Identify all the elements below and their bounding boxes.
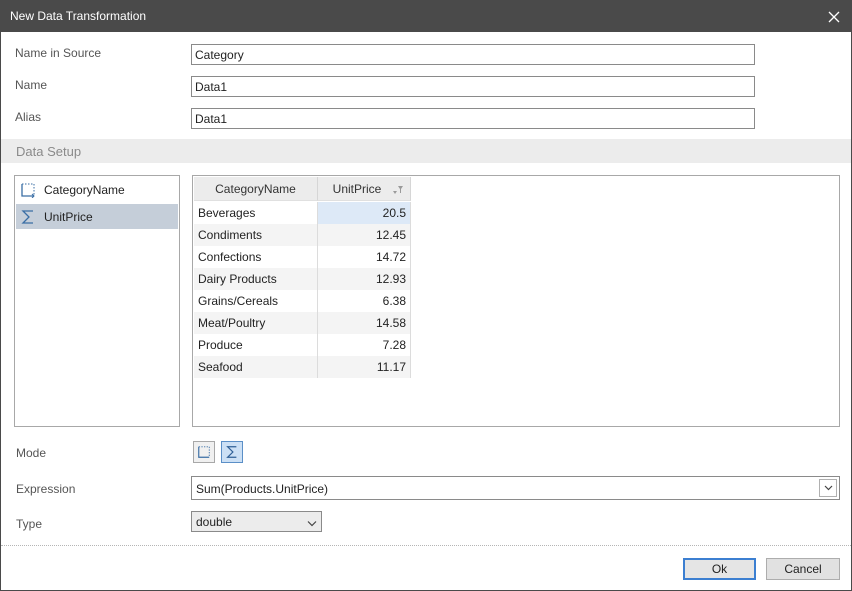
name-input[interactable]: Data1 xyxy=(191,76,755,97)
cell-unitprice: 20.5 xyxy=(318,202,411,224)
cell-unitprice: 11.17 xyxy=(318,356,411,378)
name-in-source-label: Name in Source xyxy=(15,46,102,60)
sum-icon xyxy=(226,446,237,458)
header-label: UnitPrice xyxy=(332,181,382,196)
list-item-label: UnitPrice xyxy=(44,209,93,224)
data-setup-section: Data Setup xyxy=(1,139,851,163)
cell-unitprice: 12.45 xyxy=(318,224,411,246)
type-label: Type xyxy=(16,517,43,531)
type-value: double xyxy=(196,515,233,529)
close-button[interactable] xyxy=(817,1,851,32)
column-header-categoryname[interactable]: CategoryName xyxy=(194,177,318,201)
columns-list: CategoryName UnitPrice xyxy=(14,175,180,427)
cell-category: Condiments xyxy=(194,224,318,246)
alias-label: Alias xyxy=(15,110,42,124)
type-select[interactable]: double xyxy=(191,511,322,532)
cell-unitprice: 7.28 xyxy=(318,334,411,356)
cell-category: Meat/Poultry xyxy=(194,312,318,334)
cell-unitprice: 12.93 xyxy=(318,268,411,290)
list-item-unitprice[interactable]: UnitPrice xyxy=(16,204,178,229)
cell-category: Confections xyxy=(194,246,318,268)
cell-unitprice: 6.38 xyxy=(318,290,411,312)
expression-dropdown-button[interactable] xyxy=(819,479,837,497)
expression-label: Expression xyxy=(16,482,76,496)
dimension-icon xyxy=(198,446,210,458)
chevron-down-icon xyxy=(307,516,317,530)
column-header-unitprice[interactable]: UnitPrice xyxy=(318,177,411,201)
cell-unitprice: 14.58 xyxy=(318,312,411,334)
cell-category: Grains/Cereals xyxy=(194,290,318,312)
footer-divider xyxy=(1,545,851,546)
list-item-label: CategoryName xyxy=(44,182,125,197)
close-icon xyxy=(828,11,840,22)
ok-button[interactable]: Ok xyxy=(683,558,756,580)
chevron-down-icon xyxy=(824,485,832,491)
cell-unitprice: 14.72 xyxy=(318,246,411,268)
expression-input[interactable]: Sum(Products.UnitPrice) xyxy=(191,476,840,500)
header-label: CategoryName xyxy=(215,181,296,196)
name-label: Name xyxy=(15,78,48,92)
dialog-title: New Data Transformation xyxy=(10,9,147,23)
mode-summary-button[interactable] xyxy=(221,441,243,463)
mode-dimension-button[interactable] xyxy=(193,441,215,463)
title-bar: New Data Transformation xyxy=(1,1,851,32)
sum-icon xyxy=(20,209,36,225)
alias-input[interactable]: Data1 xyxy=(191,108,755,129)
cell-category: Produce xyxy=(194,334,318,356)
expression-value: Sum(Products.UnitPrice) xyxy=(196,482,329,496)
dimension-icon xyxy=(20,182,36,198)
mode-label: Mode xyxy=(16,446,47,460)
sort-filter-icon[interactable] xyxy=(392,184,404,198)
cell-category: Seafood xyxy=(194,356,318,378)
section-title: Data Setup xyxy=(16,144,82,159)
data-grid: CategoryName UnitPrice Beverages 20.5 Co… xyxy=(192,175,840,427)
cancel-button[interactable]: Cancel xyxy=(766,558,840,580)
name-in-source-input[interactable]: Category xyxy=(191,44,755,65)
dialog-window: New Data Transformation Name in Source C… xyxy=(0,0,852,591)
cell-category: Dairy Products xyxy=(194,268,318,290)
cell-category: Beverages xyxy=(194,202,318,224)
list-item-categoryname[interactable]: CategoryName xyxy=(16,177,178,202)
